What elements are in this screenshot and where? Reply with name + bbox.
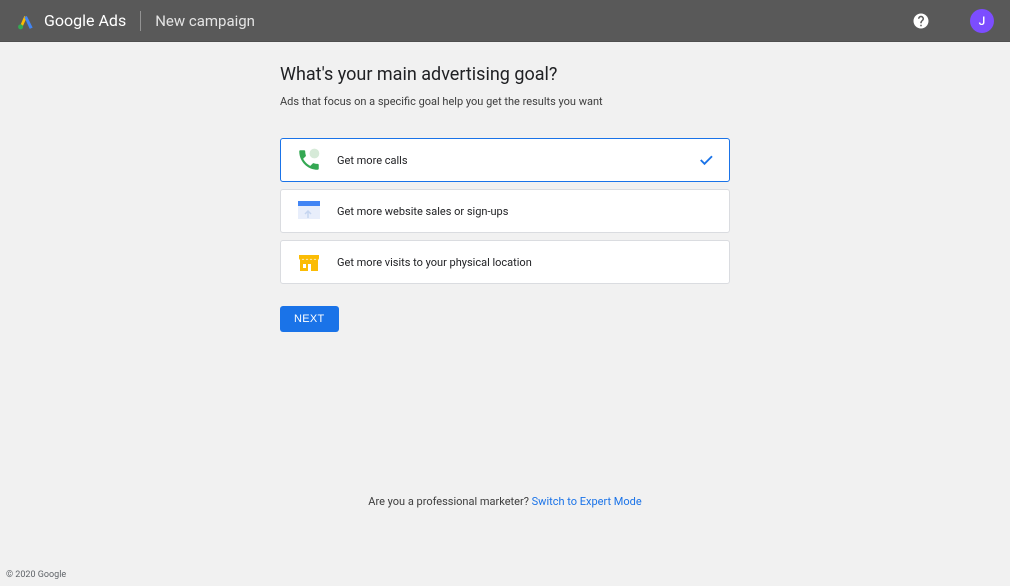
header-divider <box>140 11 141 31</box>
google-ads-logo-icon <box>16 11 36 31</box>
main-content: What's your main advertising goal? Ads t… <box>0 42 1010 332</box>
goal-option-label: Get more visits to your physical locatio… <box>337 256 532 269</box>
goal-option-calls[interactable]: Get more calls <box>280 138 730 182</box>
browser-icon <box>295 197 323 225</box>
phone-icon <box>295 146 323 174</box>
page-title: New campaign <box>155 12 255 30</box>
goal-option-label: Get more calls <box>337 154 408 167</box>
app-header: Google Ads New campaign J <box>0 0 1010 42</box>
expert-mode-link[interactable]: Switch to Expert Mode <box>532 495 642 508</box>
next-button[interactable]: NEXT <box>280 306 339 332</box>
expert-mode-text: Are you a professional marketer? <box>368 495 531 508</box>
goal-option-label: Get more website sales or sign-ups <box>337 205 508 218</box>
help-icon[interactable] <box>912 12 930 30</box>
goal-options: Get more calls Get more website sales or… <box>280 138 730 284</box>
store-icon <box>295 248 323 276</box>
goal-option-website[interactable]: Get more website sales or sign-ups <box>280 189 730 233</box>
logo-group: Google Ads <box>16 11 126 31</box>
goal-option-store[interactable]: Get more visits to your physical locatio… <box>280 240 730 284</box>
check-icon <box>697 151 715 169</box>
expert-mode-prompt: Are you a professional marketer? Switch … <box>0 495 1010 508</box>
main-heading: What's your main advertising goal? <box>280 64 730 85</box>
user-avatar[interactable]: J <box>970 9 994 33</box>
main-subheading: Ads that focus on a specific goal help y… <box>280 95 730 108</box>
copyright: © 2020 Google <box>6 570 66 580</box>
product-name: Google Ads <box>44 11 126 30</box>
